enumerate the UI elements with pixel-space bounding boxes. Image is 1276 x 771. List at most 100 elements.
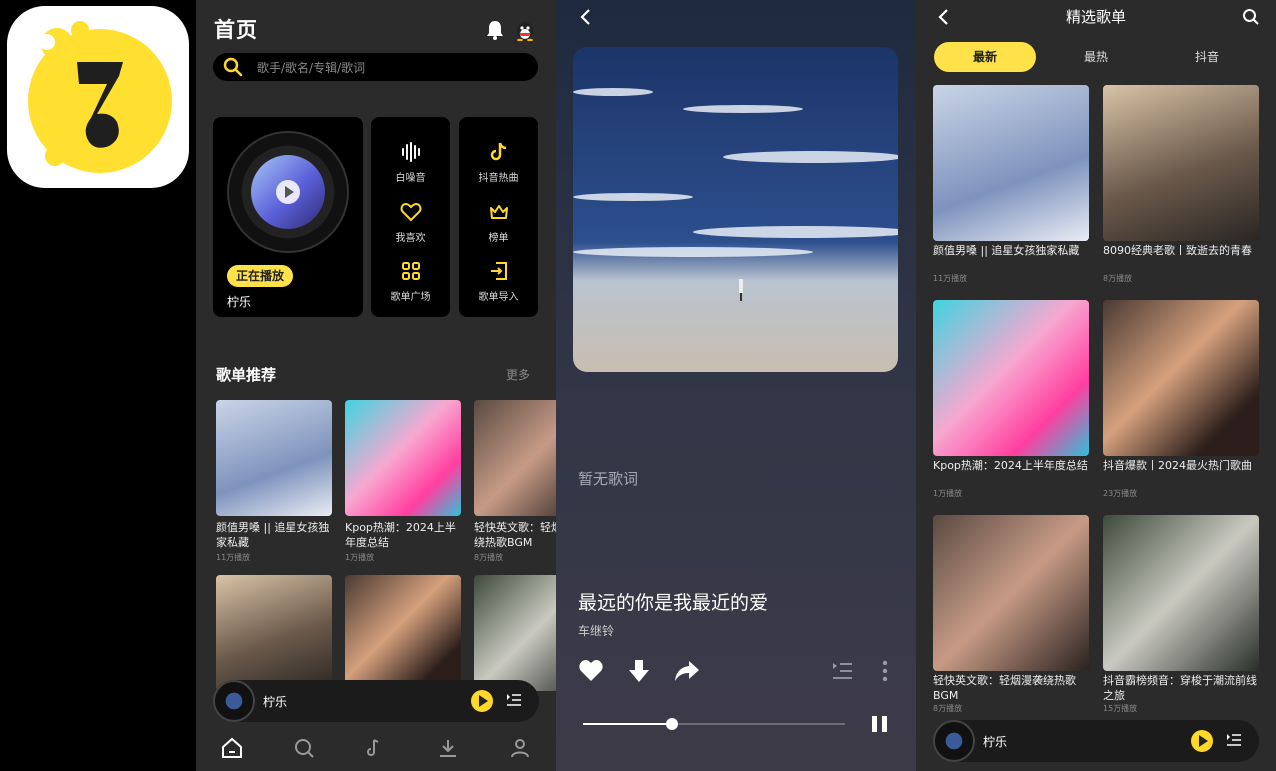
playlist-cover: [345, 575, 461, 691]
now-playing-card[interactable]: 正在播放 柠乐: [213, 117, 363, 317]
queue-icon[interactable]: [830, 658, 856, 684]
playlist-card[interactable]: [216, 575, 332, 691]
progress-fill: [583, 723, 673, 725]
back-icon[interactable]: [578, 8, 594, 26]
mini-player[interactable]: 柠乐: [213, 680, 539, 722]
playlist-count: 23万播放: [1103, 489, 1138, 498]
song-title: 最远的你是我最近的爱: [578, 592, 769, 614]
playlist-card[interactable]: 8090经典老歌丨致逝去的青春 8万播放: [1103, 85, 1259, 284]
now-playing-song: 柠乐: [227, 295, 252, 309]
playlist-count: 8万播放: [933, 704, 963, 713]
playlist-title: 轻快英文歌：轻烟漫袭绕热歌BGM: [474, 521, 556, 549]
mini-play-button[interactable]: [1191, 730, 1213, 752]
playlist-cover: [1103, 85, 1259, 241]
waveform-icon: [401, 142, 420, 162]
playlist-card[interactable]: [345, 575, 461, 691]
playlist-card[interactable]: Kpop热潮：2024上半年度总结 1万播放: [345, 400, 461, 563]
quick-label: 我喜欢: [395, 233, 426, 244]
playlist-cover: [933, 515, 1089, 671]
playlist-count: 8万播放: [474, 553, 504, 562]
playlist-cover: [345, 400, 461, 516]
album-artwork: [573, 47, 898, 372]
more-icon[interactable]: [872, 658, 898, 684]
bell-icon[interactable]: [486, 20, 504, 40]
progress-bar[interactable]: [583, 718, 845, 730]
mini-player[interactable]: 柠乐: [933, 720, 1259, 762]
playlist-card[interactable]: 抖音爆款丨2024最火热门歌曲 23万播放: [1103, 300, 1259, 499]
crown-icon: [489, 205, 508, 219]
player-screen: 暂无歌词 最远的你是我最近的爱 车继铃: [556, 0, 916, 771]
playlist-title: 抖音霸榜频音：穿梭于潮流前线之旅: [1103, 674, 1257, 702]
playlist-count: 15万播放: [1103, 704, 1138, 713]
progress-knob[interactable]: [666, 718, 679, 730]
quick-label: 抖音热曲: [478, 173, 519, 184]
quick-grid-right: 抖音热曲 榜单 歌单导入: [459, 117, 538, 317]
playlist-title: 8090经典老歌丨致逝去的青春: [1103, 244, 1252, 257]
play-icon[interactable]: [276, 180, 300, 204]
quick-charts[interactable]: 榜单: [459, 201, 538, 244]
playlist-title: 颜值男嗓 || 追星女孩独家私藏: [216, 521, 330, 549]
playlist-card[interactable]: 颜值男嗓 || 追星女孩独家私藏 11万播放: [216, 400, 332, 563]
app-icon-panel: [0, 0, 196, 771]
playlist-card[interactable]: Kpop热潮：2024上半年度总结 1万播放: [933, 300, 1089, 499]
page-title: 精选歌单: [1065, 8, 1126, 26]
heart-icon[interactable]: [578, 658, 604, 684]
tab-hottest[interactable]: 最热: [1045, 42, 1147, 72]
share-icon[interactable]: [674, 658, 700, 684]
playlist-card[interactable]: 颜值男嗓 || 追星女孩独家私藏 11万播放: [933, 85, 1089, 284]
playlist-cover: [933, 300, 1089, 456]
playlist-screen: 精选歌单 最新 最热 抖音 颜值男嗓 || 追星女孩独家私藏 11万播放 809…: [916, 0, 1276, 771]
search-icon[interactable]: [1242, 8, 1260, 26]
section-title: 歌单推荐: [216, 366, 277, 384]
mini-player-song: 柠乐: [263, 695, 288, 709]
playlist-title: 轻快英文歌：轻烟漫袭绕热歌BGM: [933, 674, 1076, 702]
quick-tiktok-hits[interactable]: 抖音热曲: [459, 141, 538, 184]
page-title: 首页: [214, 18, 258, 42]
playlist-cover: [474, 400, 556, 516]
playlist-cover: [216, 575, 332, 691]
playlist-card[interactable]: 抖音霸榜频音：穿梭于潮流前线之旅 15万播放: [1103, 515, 1259, 714]
mini-player-song: 柠乐: [983, 735, 1008, 749]
home-icon[interactable]: [220, 736, 244, 760]
quick-playlist-square[interactable]: 歌单广场: [371, 260, 450, 303]
playlist-title: Kpop热潮：2024上半年度总结: [933, 459, 1088, 472]
mini-play-button[interactable]: [471, 690, 493, 712]
tab-latest[interactable]: 最新: [934, 42, 1036, 72]
quick-label: 歌单广场: [390, 292, 431, 303]
pause-button[interactable]: [872, 716, 888, 732]
playlist-cover: [216, 400, 332, 516]
quick-import-playlist[interactable]: 歌单导入: [459, 260, 538, 303]
playlist-card[interactable]: [474, 575, 556, 691]
search-icon: [223, 57, 243, 77]
search-placeholder: 歌手/歌名/专辑/歌词: [257, 61, 366, 75]
heart-icon: [400, 202, 421, 222]
playlist-queue-icon[interactable]: [1226, 732, 1242, 748]
playlist-cover: [1103, 515, 1259, 671]
playlist-count: 11万播放: [216, 553, 251, 562]
import-icon: [490, 262, 507, 280]
playlist-cover: [474, 575, 556, 691]
quick-white-noise[interactable]: 白噪音: [371, 141, 450, 184]
playlist-title: 颜值男嗓 || 追星女孩独家私藏: [933, 244, 1080, 257]
playlist-card[interactable]: 轻快英文歌：轻烟漫袭绕热歌BGM 8万播放: [933, 515, 1089, 714]
download-tab-icon[interactable]: [436, 736, 460, 760]
tab-douyin[interactable]: 抖音: [1156, 42, 1258, 72]
app-logo: [7, 6, 189, 188]
quick-label: 歌单导入: [478, 292, 519, 303]
download-icon[interactable]: [626, 658, 652, 684]
playlist-count: 11万播放: [933, 274, 968, 283]
playlist-title: Kpop热潮：2024上半年度总结: [345, 521, 456, 549]
playlist-queue-icon[interactable]: [506, 692, 522, 708]
playlist-count: 8万播放: [1103, 274, 1133, 283]
more-link[interactable]: 更多: [506, 366, 530, 383]
search-bar[interactable]: 歌手/歌名/专辑/歌词: [213, 53, 538, 81]
vinyl-disc: [227, 131, 349, 253]
search-tab-icon[interactable]: [292, 736, 316, 760]
profile-tab-icon[interactable]: [508, 736, 532, 760]
playlist-card[interactable]: 轻快英文歌：轻烟漫袭绕热歌BGM 8万播放: [474, 400, 556, 563]
playlist-count: 1万播放: [933, 489, 963, 498]
qq-avatar-icon[interactable]: [514, 19, 536, 41]
music-tab-icon[interactable]: [364, 736, 388, 760]
quick-favorites[interactable]: 我喜欢: [371, 201, 450, 244]
playlist-title: 抖音爆款丨2024最火热门歌曲: [1103, 459, 1252, 472]
